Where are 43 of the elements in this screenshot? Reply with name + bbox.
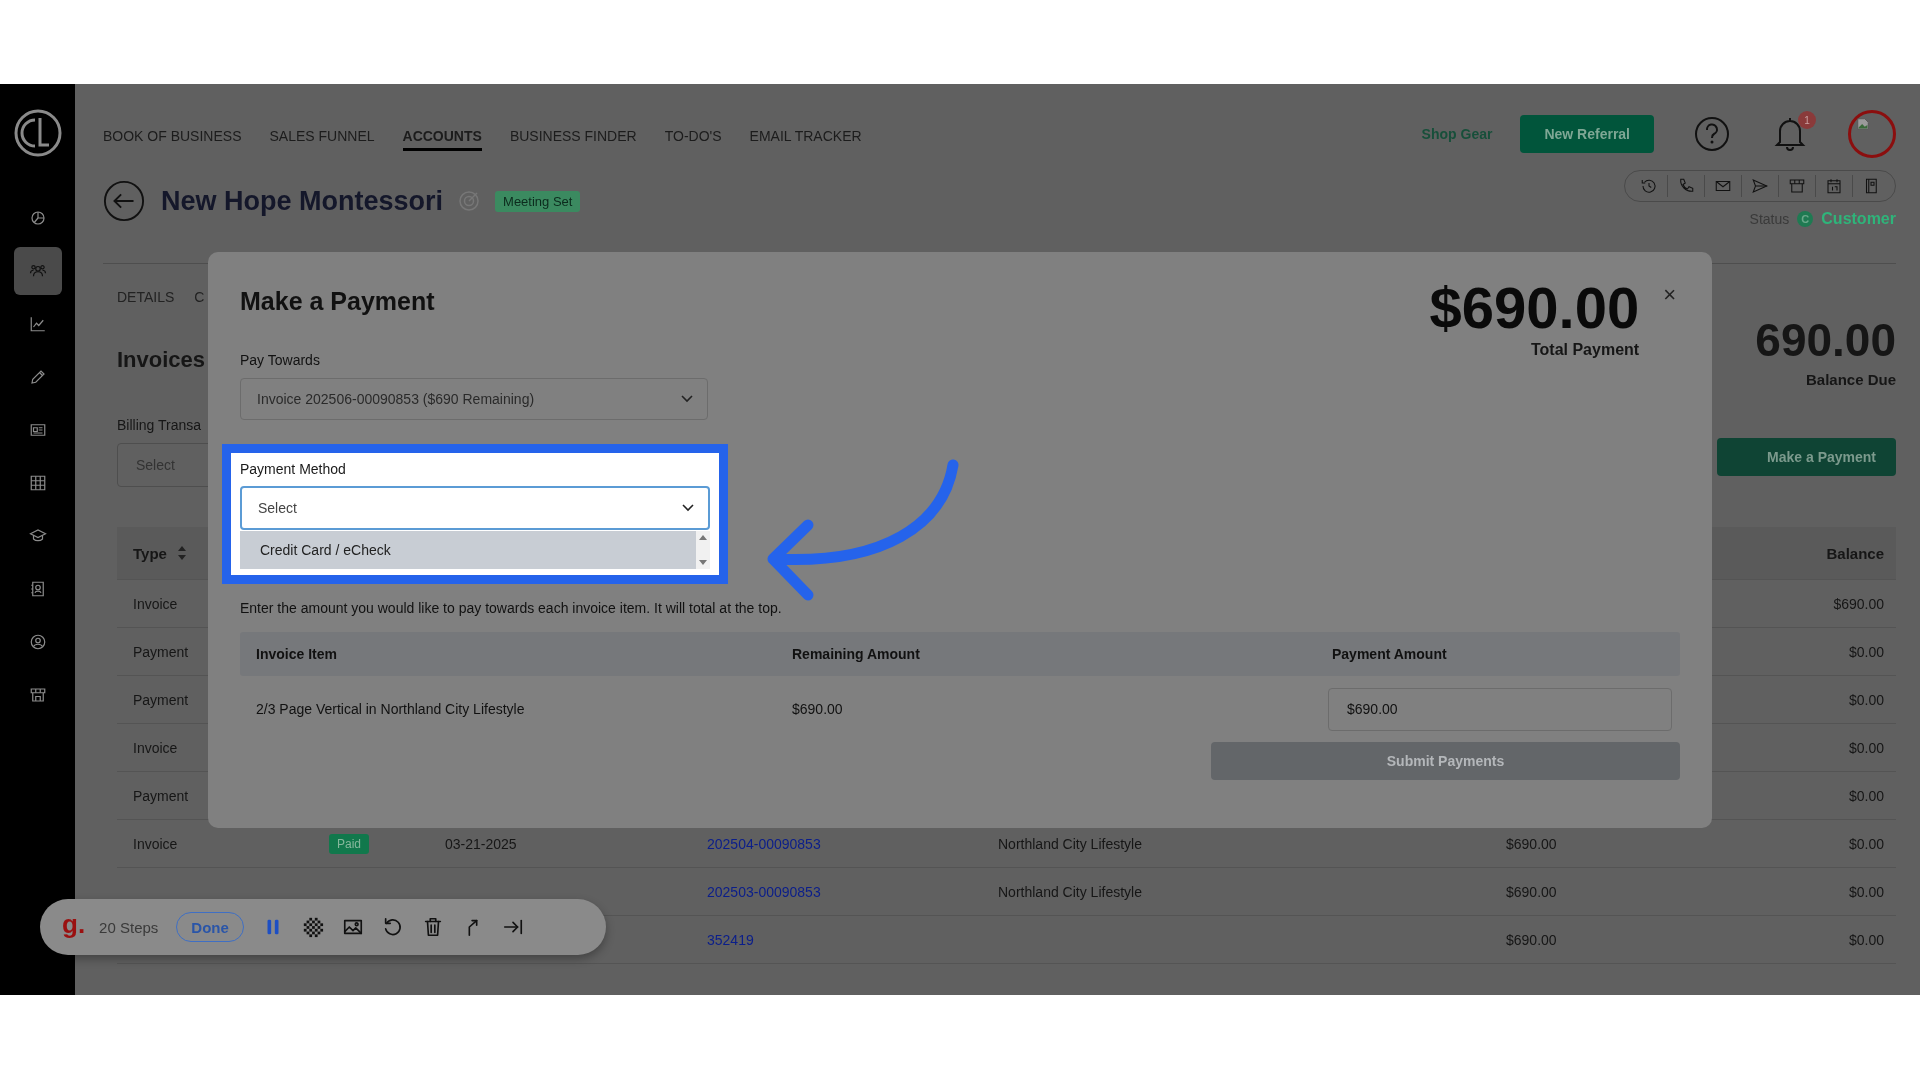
table-cell: Payment <box>133 787 189 804</box>
logo: g. <box>62 908 86 940</box>
column-header: Payment Amount <box>1331 646 1448 662</box>
balance-label: Balance Due <box>1805 371 1896 388</box>
table-cell-text: 2/3 Page Vertical in Northland City Lifestyle <box>255 701 526 717</box>
balance-amount: 690.00 <box>1755 317 1896 363</box>
table-cell: 03-21-2025 <box>445 835 517 852</box>
table-cell: $0.00 <box>1848 931 1884 948</box>
table-cell: $0.00 <box>1848 787 1884 804</box>
table-cell: Payment <box>133 643 189 660</box>
table-cell-text: $690.00 <box>791 701 844 717</box>
column-header: Invoice Item <box>255 646 338 662</box>
table-cell: Northland City Lifestyle <box>998 835 1142 852</box>
total-label: Total Payment <box>1530 341 1640 359</box>
status-value: Customer <box>1821 210 1896 228</box>
table-cell: Payment <box>133 691 189 708</box>
instructions-text: Enter the amount you would like to pay towards each invoice item. It will total at the top. <box>240 600 783 616</box>
table-cell: Invoice <box>133 595 178 612</box>
table-cell: $0.00 <box>1848 739 1884 756</box>
table-cell: $0.00 <box>1848 643 1884 660</box>
table-cell: Northland City Lifestyle <box>998 883 1142 900</box>
table-cell: Invoice <box>133 835 178 852</box>
table-cell: $0.00 <box>1848 835 1884 852</box>
paid-badge: Paid <box>329 833 370 854</box>
field-label: Billing Transa <box>117 417 203 433</box>
status-icon: C <box>1797 211 1814 227</box>
table-cell: $690.00 <box>1506 883 1557 900</box>
dialog-title: Make a Payment <box>240 287 436 316</box>
table-cell: $0.00 <box>1848 883 1884 900</box>
table-cell: $690.00 <box>1506 835 1557 852</box>
step-count: 20 Steps <box>99 918 159 936</box>
table-cell: $690.00 <box>1506 931 1557 948</box>
table-cell: Invoice <box>133 739 178 756</box>
field-label: Payment Method <box>240 461 346 477</box>
column-header: Remaining Amount <box>791 646 921 662</box>
section-title: Invoices <box>117 347 206 373</box>
total-amount: $690.00 <box>1429 279 1640 337</box>
table-cell: $690.00 <box>1833 595 1884 612</box>
field-label: Pay Towards <box>240 352 320 368</box>
account-name: New Hope Montessori <box>161 185 444 217</box>
notification-badge: 1 <box>1798 111 1816 129</box>
table-cell: $0.00 <box>1848 691 1884 708</box>
status-badge: Meeting Set <box>495 190 581 212</box>
